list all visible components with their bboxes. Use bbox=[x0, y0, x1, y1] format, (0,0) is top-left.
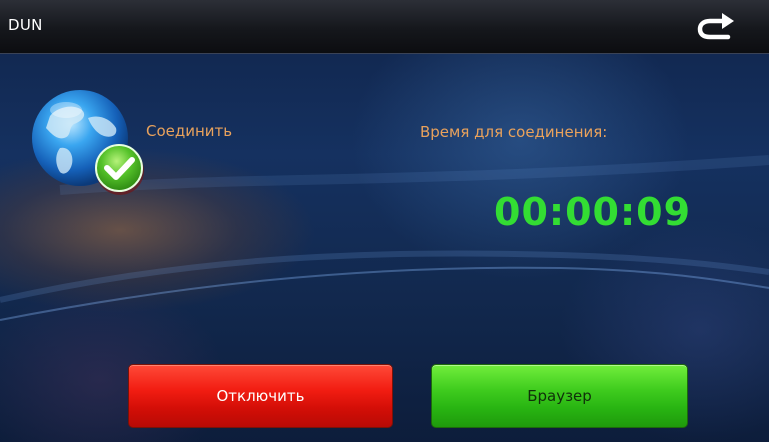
app-title: DUN bbox=[8, 16, 43, 34]
browser-button-label: Браузер bbox=[527, 387, 592, 405]
title-bar: DUN bbox=[0, 0, 769, 54]
disconnect-button[interactable]: Отключить bbox=[128, 364, 393, 428]
disconnect-button-label: Отключить bbox=[216, 387, 305, 405]
dun-screen: DUN Соединить Время для соединения: 00:0… bbox=[0, 0, 769, 442]
connection-timer: 00:00:09 bbox=[494, 190, 692, 234]
back-button[interactable] bbox=[694, 10, 740, 44]
globe-check-icon bbox=[32, 90, 144, 195]
connect-status-label: Соединить bbox=[146, 122, 233, 140]
connection-time-label: Время для соединения: bbox=[420, 123, 608, 141]
back-arrow-icon bbox=[697, 13, 734, 40]
browser-button[interactable]: Браузер bbox=[431, 364, 688, 428]
